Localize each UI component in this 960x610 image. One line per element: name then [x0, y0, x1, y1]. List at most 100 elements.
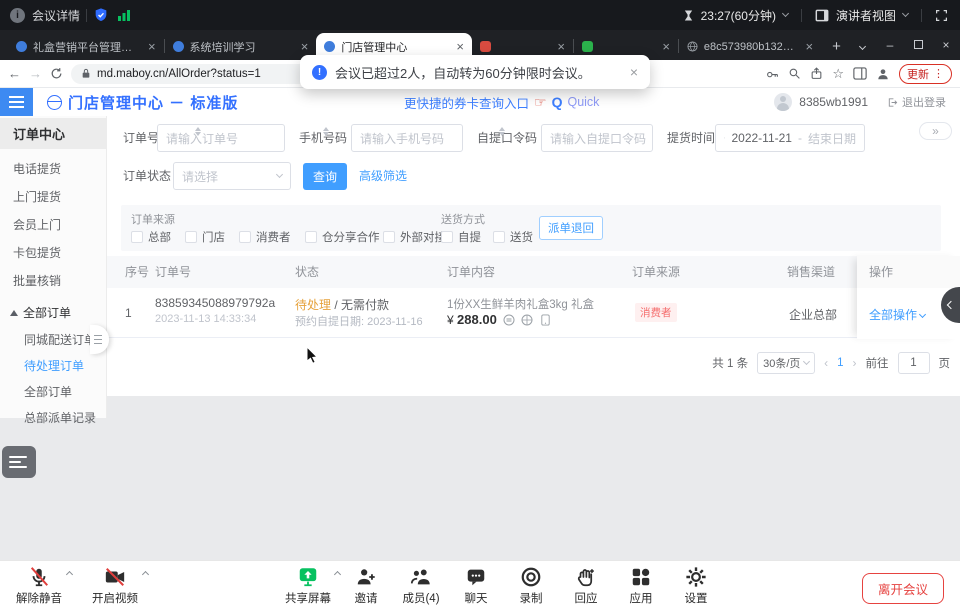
members-button[interactable]: 成员(4) [394, 561, 448, 606]
window-close-button[interactable]: × [932, 38, 960, 52]
forward-icon[interactable]: → [29, 66, 42, 81]
prev-page-button[interactable]: ‹ [824, 356, 828, 370]
date-range-picker[interactable]: 2022-11-21 - 结束日期 [715, 124, 865, 152]
col-header-index: 序号 [125, 256, 149, 288]
order-no-input[interactable]: 请输入订单号 [157, 124, 285, 152]
order-status-select[interactable]: 请选择 [173, 162, 291, 190]
share-page-icon[interactable] [810, 67, 823, 80]
tab-search-icon[interactable] [848, 38, 876, 52]
current-page[interactable]: 1 [837, 357, 843, 369]
checkbox-icon [131, 231, 143, 243]
share-screen-button[interactable]: 共享屏幕 [278, 561, 338, 606]
record-button[interactable]: 录制 [504, 561, 558, 606]
bookmark-star-icon[interactable]: ☆ [832, 66, 844, 82]
coupon-icon [503, 314, 515, 326]
chevron-up-icon[interactable] [142, 571, 149, 578]
checkbox-delivery-selfpickup[interactable]: 自提 [441, 229, 481, 245]
profile-icon[interactable] [876, 67, 890, 81]
sidebar-root-order-center[interactable]: 订单中心 [0, 118, 106, 149]
sort-icon[interactable] [323, 127, 329, 136]
coupon-query-link[interactable]: 更快捷的券卡查询入口 [404, 93, 529, 112]
tab-close-icon[interactable]: × [148, 40, 156, 53]
goto-page-input[interactable]: 1 [898, 352, 930, 374]
goto-unit: 页 [939, 355, 951, 371]
network-signal-icon[interactable] [117, 8, 131, 22]
site-favicon [16, 41, 27, 52]
fullscreen-icon[interactable] [935, 9, 948, 22]
settings-button[interactable]: 设置 [669, 561, 723, 606]
next-page-button[interactable]: › [853, 356, 857, 370]
row-created-time: 2023-11-13 14:33:34 [155, 313, 256, 325]
reload-icon[interactable] [50, 67, 63, 80]
checkbox-source-warehouse-share[interactable]: 仓分享合作 [305, 229, 380, 245]
advanced-filter-link[interactable]: 高级筛选 [359, 162, 407, 190]
back-icon[interactable]: ← [8, 66, 21, 81]
pickup-code-input[interactable]: 请输入自提口令码 [541, 124, 653, 152]
browser-tab[interactable]: e8c573980b1328a258fd2e618 × [679, 33, 821, 60]
unmute-button[interactable]: 解除静音 [8, 561, 70, 606]
sidebar-item-card-pickup[interactable]: 卡包提货 [0, 239, 106, 267]
col-header-order-no[interactable]: 订单号 [155, 256, 191, 288]
checkbox-source-hq[interactable]: 总部 [131, 229, 171, 245]
sidebar-item-batch-verify[interactable]: 批量核销 [0, 267, 106, 295]
date-separator: - [798, 131, 802, 145]
window-maximize-button[interactable] [904, 38, 932, 52]
page-size-select[interactable]: 30条/页 [757, 352, 815, 374]
tab-close-icon[interactable]: × [662, 40, 670, 53]
start-video-button[interactable]: 开启视频 [84, 561, 146, 606]
col-header-content[interactable]: 订单内容 [447, 256, 495, 288]
expand-filters-button[interactable]: » [919, 122, 952, 140]
view-mode-label[interactable]: 演讲者视图 [836, 7, 896, 24]
browser-tab[interactable]: 礼盒营销平台管理中心 × [8, 33, 164, 60]
browser-update-button[interactable]: 更新 ⋮ [899, 64, 952, 84]
password-key-icon[interactable] [766, 67, 779, 80]
chevron-up-icon[interactable] [66, 571, 73, 578]
quick-label[interactable]: Quick [567, 95, 599, 109]
chat-button[interactable]: 聊天 [449, 561, 503, 606]
sidebar-item-all-orders[interactable]: 全部订单 [0, 379, 106, 405]
sidebar-item-member-visit[interactable]: 会员上门 [0, 211, 106, 239]
meeting-timer: 23:27(60分钟) [701, 7, 776, 24]
checkbox-source-external[interactable]: 外部对接 [383, 229, 446, 245]
checkbox-delivery-send[interactable]: 送货 [493, 229, 533, 245]
browser-menu-icon[interactable]: ⋮ [933, 67, 944, 80]
sidebar-item-door-pickup[interactable]: 上门提货 [0, 183, 106, 211]
checkbox-source-store[interactable]: 门店 [185, 229, 225, 245]
phone-input[interactable]: 请输入手机号码 [351, 124, 463, 152]
toast-close-icon[interactable]: × [630, 64, 638, 80]
sort-icon[interactable] [195, 127, 201, 136]
reaction-button[interactable]: 回应 [559, 561, 613, 606]
menu-toggle-button[interactable] [0, 88, 33, 116]
user-avatar[interactable] [774, 93, 792, 111]
row-action-dropdown[interactable]: 全部操作 [869, 306, 925, 323]
sidebar-nav: 订单中心 电话提货 上门提货 会员上门 卡包提货 批量核销 全部订单 同城配送订… [0, 116, 107, 418]
sidebar-item-pending-orders[interactable]: 待处理订单 [0, 353, 106, 379]
col-header-status[interactable]: 状态 [295, 256, 319, 288]
new-tab-button[interactable]: + [825, 34, 848, 58]
window-minimize-button[interactable]: – [876, 38, 904, 52]
tab-close-icon[interactable]: × [805, 40, 813, 53]
floating-list-button[interactable] [2, 446, 36, 478]
sidebar-item-phone-pickup[interactable]: 电话提货 [0, 155, 106, 183]
security-shield-icon[interactable] [93, 7, 109, 23]
row-pickup-date: 预约自提日期: 2023-11-16 [295, 313, 423, 329]
tab-close-icon[interactable]: × [301, 40, 309, 53]
logout-button[interactable]: 退出登录 [887, 94, 946, 110]
search-button[interactable]: 查询 [303, 163, 347, 190]
apps-button[interactable]: 应用 [614, 561, 668, 606]
dispatch-return-button[interactable]: 派单退回 [539, 216, 603, 240]
leave-meeting-button[interactable]: 离开会议 [862, 573, 944, 604]
sort-icon[interactable] [499, 127, 505, 136]
invite-button[interactable]: 邀请 [339, 561, 393, 606]
tab-close-icon[interactable]: × [557, 40, 565, 53]
sidebar-group-all-orders[interactable]: 全部订单 [0, 299, 106, 327]
browser-tab[interactable]: 系统培训学习 × [165, 33, 317, 60]
meeting-details-button[interactable]: i 会议详情 [0, 7, 80, 24]
chevron-down-icon[interactable] [902, 10, 909, 17]
sidebar-item-hq-dispatch-records[interactable]: 总部派单记录 [0, 405, 106, 431]
side-panel-icon[interactable] [853, 67, 867, 80]
tab-close-icon[interactable]: × [456, 40, 464, 53]
checkbox-source-consumer[interactable]: 消费者 [239, 229, 291, 245]
zoom-icon[interactable] [788, 67, 801, 80]
chevron-down-icon[interactable] [782, 10, 789, 17]
